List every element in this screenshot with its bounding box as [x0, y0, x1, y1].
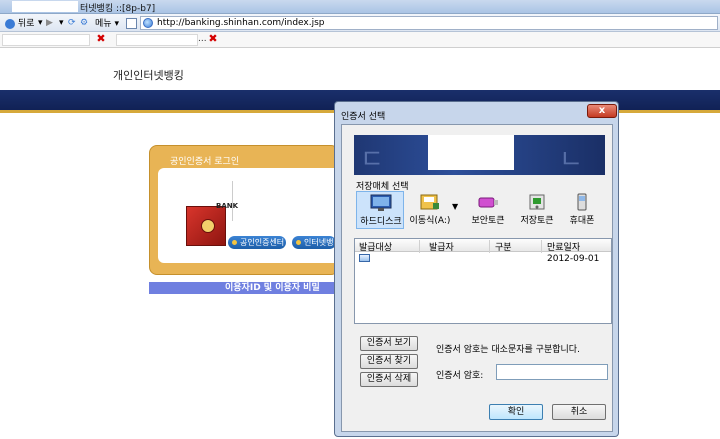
- menu-button[interactable]: 메뉴 ▾: [92, 16, 122, 30]
- cert-select-dialog: 인증서 선택 x ㄷ ㄴ 저장매체 선택 하드디스크 이동식(A:) ▼ 보안토…: [334, 101, 619, 437]
- view-cert-button[interactable]: 인증서 보기: [360, 336, 418, 351]
- login-title: 공인인증서 로그인: [170, 157, 240, 167]
- redacted-region: [12, 1, 78, 12]
- dialog-body: ㄷ ㄴ 저장매체 선택 하드디스크 이동식(A:) ▼ 보안토큰 저장토큰 휴대…: [341, 124, 613, 432]
- tab-strip: ✖ ... ✖: [0, 32, 720, 48]
- refresh-icon[interactable]: ⟳: [68, 16, 76, 30]
- close-tab-icon[interactable]: ✖: [95, 33, 107, 45]
- media-removable[interactable]: 이동식(A:): [406, 191, 454, 229]
- column-separator[interactable]: [489, 240, 490, 253]
- column-separator[interactable]: [541, 240, 542, 253]
- media-storage-token[interactable]: 저장토큰: [513, 191, 561, 229]
- certificate-icon: [359, 254, 370, 262]
- back-button[interactable]: 뒤로: [2, 16, 37, 30]
- dialog-title: 인증서 선택: [341, 112, 386, 122]
- column-header-type[interactable]: 구분: [495, 240, 512, 253]
- media-security-token[interactable]: 보안토큰: [464, 191, 512, 229]
- globe-icon: [143, 18, 153, 28]
- close-button[interactable]: x: [587, 104, 617, 118]
- cert-center-button[interactable]: 공인인증센터: [228, 236, 286, 249]
- phone-icon: [571, 193, 593, 211]
- browser-toolbar: 뒤로 ▾ ▶ ▾ ⟳ ⚙ 메뉴 ▾ http://banking.shinhan…: [0, 14, 720, 32]
- forward-button[interactable]: ▶: [46, 16, 53, 30]
- menu-label: 메뉴: [95, 19, 112, 29]
- cert-list-header: 발급대상 발급자 구분 만료일자: [355, 239, 611, 253]
- media-hard-disk[interactable]: 하드디스크: [356, 191, 404, 229]
- media-label: 휴대폰: [569, 216, 595, 226]
- back-arrow-icon: [5, 18, 15, 29]
- screen: 터넷뱅킹 ::[8p-b7] 뒤로 ▾ ▶ ▾ ⟳ ⚙ 메뉴 ▾ http://…: [0, 0, 720, 439]
- login-fields[interactable]: [232, 181, 338, 221]
- media-label: 저장토큰: [520, 216, 554, 226]
- cert-list[interactable]: 발급대상 발급자 구분 만료일자 2012-09-01: [354, 238, 612, 324]
- find-cert-button[interactable]: 인증서 찾기: [360, 354, 418, 369]
- address-url: http://banking.shinhan.com/index.jsp: [157, 18, 325, 28]
- storage-token-icon: [526, 193, 548, 211]
- security-token-icon: [477, 193, 499, 211]
- menu-dropdown-icon: ▾: [114, 19, 119, 29]
- browser-title-bar: 터넷뱅킹 ::[8p-b7]: [0, 0, 720, 14]
- settings-icon[interactable]: ⚙: [80, 16, 88, 30]
- redacted-region: [428, 135, 514, 170]
- back-label: 뒤로: [17, 19, 35, 29]
- browser-title: 터넷뱅킹 ::[8p-b7]: [80, 4, 156, 14]
- password-label: 인증서 암호:: [436, 371, 484, 381]
- case-sensitivity-hint: 인증서 암호는 대소문자를 구분합니다.: [436, 345, 580, 355]
- cancel-button[interactable]: 취소: [552, 404, 606, 420]
- delete-cert-button[interactable]: 인증서 삭제: [360, 372, 418, 387]
- internet-banking-button[interactable]: 인터넷뱅킹: [292, 236, 336, 249]
- dialog-banner: ㄷ ㄴ: [354, 135, 605, 175]
- column-header-expiry[interactable]: 만료일자: [547, 240, 580, 253]
- table-row[interactable]: 2012-09-01: [355, 253, 611, 266]
- removable-disk-icon: [419, 193, 441, 211]
- site-title: 개인인터넷뱅킹: [113, 69, 184, 82]
- bank-safe-icon: [186, 206, 226, 246]
- media-dropdown-icon[interactable]: ▼: [452, 202, 458, 211]
- password-field[interactable]: [496, 364, 608, 380]
- forward-dropdown-icon[interactable]: ▾: [59, 16, 64, 30]
- media-label: 하드디스크: [360, 217, 402, 227]
- monitor-icon: [370, 194, 392, 212]
- address-bar[interactable]: http://banking.shinhan.com/index.jsp: [140, 16, 718, 30]
- tab-redacted[interactable]: [116, 34, 198, 46]
- tab-ellipsis: ...: [198, 34, 207, 44]
- media-label: 이동식(A:): [409, 216, 451, 226]
- media-phone[interactable]: 휴대폰: [558, 191, 606, 229]
- notice-text: 이용자ID 및 이용자 비밀: [225, 283, 320, 293]
- column-separator[interactable]: [419, 240, 420, 253]
- media-label: 보안토큰: [471, 216, 505, 226]
- banner-decoration-icon: ㄴ: [559, 145, 583, 175]
- banner-decoration-icon: ㄷ: [360, 145, 384, 175]
- column-header-issuer[interactable]: 발급자: [429, 240, 454, 253]
- notice-band: 이용자ID 및 이용자 비밀: [149, 282, 339, 294]
- page-view-icon[interactable]: [126, 18, 137, 29]
- cert-expiry: 2012-09-01: [547, 254, 600, 264]
- column-header-subject[interactable]: 발급대상: [359, 240, 392, 253]
- back-dropdown-icon[interactable]: ▾: [38, 16, 43, 30]
- tab-redacted[interactable]: [2, 34, 90, 46]
- close-tab-icon[interactable]: ✖: [207, 33, 219, 45]
- ok-button[interactable]: 확인: [489, 404, 543, 420]
